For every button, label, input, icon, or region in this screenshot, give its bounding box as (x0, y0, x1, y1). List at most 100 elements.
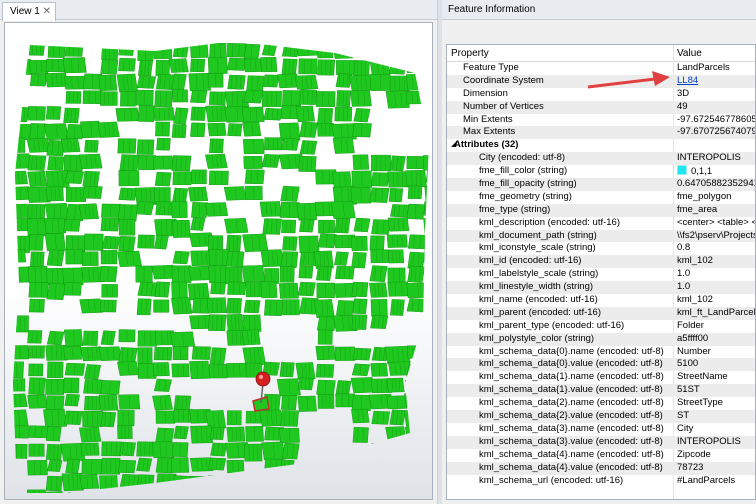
land-parcel[interactable] (171, 265, 192, 283)
land-parcel[interactable] (424, 410, 433, 426)
property-row[interactable]: kml_schema_data{4}.value (encoded: utf-8… (447, 461, 755, 475)
property-row[interactable]: kml_schema_data{2}.value (encoded: utf-8… (447, 410, 755, 423)
land-parcel[interactable] (260, 56, 278, 73)
land-parcel[interactable] (352, 427, 369, 443)
property-row[interactable]: Min Extents -97.672546778605090 (447, 114, 755, 127)
land-parcel[interactable] (425, 474, 433, 489)
land-parcel[interactable] (27, 489, 47, 500)
property-row[interactable]: kml_schema_data{2}.name (encoded: utf-8)… (447, 397, 755, 410)
property-column-header[interactable]: Property (447, 45, 489, 62)
land-parcel[interactable] (425, 169, 433, 184)
land-parcel[interactable] (406, 363, 426, 378)
land-parcel[interactable] (205, 202, 229, 217)
tab-view-1[interactable]: View 1 ✕ (2, 2, 56, 21)
land-parcel[interactable] (227, 281, 246, 295)
land-parcel[interactable] (369, 187, 390, 203)
land-parcel[interactable] (115, 107, 140, 122)
land-parcel[interactable] (209, 42, 227, 60)
property-row[interactable]: kml_iconstyle_scale (string) 0.8 (447, 242, 755, 255)
land-parcel[interactable] (118, 41, 135, 56)
property-row[interactable]: fme_fill_color (string) 0,1,1 (447, 165, 755, 178)
property-row[interactable]: kml_schema_url (encoded: utf-16) #LandPar… (447, 475, 755, 488)
land-parcel[interactable] (156, 473, 177, 487)
land-parcel[interactable] (350, 90, 372, 107)
land-parcel[interactable] (172, 89, 188, 103)
land-parcel[interactable] (27, 171, 48, 187)
land-parcel[interactable] (280, 185, 300, 202)
land-parcel[interactable] (425, 427, 433, 442)
land-parcel[interactable] (117, 138, 137, 154)
land-parcel[interactable] (46, 249, 65, 267)
land-parcel[interactable] (28, 298, 45, 313)
property-row[interactable]: kml_description (encoded: utf-16) <center… (447, 217, 755, 230)
location-marker-icon[interactable] (255, 371, 271, 387)
land-parcel[interactable] (425, 282, 433, 296)
land-parcel[interactable] (387, 267, 406, 284)
property-row[interactable]: Dimension 3D (447, 88, 755, 101)
land-parcel[interactable] (84, 364, 102, 380)
land-parcel[interactable] (27, 330, 43, 344)
property-row[interactable]: kml_polystyle_color (string) a5ffff00 (447, 332, 755, 346)
land-parcel[interactable] (11, 137, 25, 153)
land-parcel[interactable] (29, 59, 49, 75)
land-parcel[interactable] (28, 425, 49, 439)
land-parcel[interactable] (281, 138, 300, 151)
land-parcel[interactable] (207, 475, 223, 489)
land-parcel[interactable] (118, 58, 136, 72)
land-parcel[interactable] (8, 393, 28, 408)
land-parcel[interactable] (172, 171, 192, 186)
land-parcel[interactable] (385, 489, 409, 500)
land-parcel[interactable] (371, 219, 391, 235)
land-parcel[interactable] (28, 282, 49, 298)
land-parcel[interactable] (369, 459, 392, 478)
land-parcel[interactable] (353, 458, 369, 475)
land-parcel[interactable] (245, 491, 261, 500)
land-parcel[interactable] (351, 281, 369, 298)
land-parcel[interactable] (295, 105, 316, 123)
land-parcel[interactable] (315, 345, 336, 361)
property-row[interactable]: kml_schema_data{0}.name (encoded: utf-8)… (447, 346, 755, 359)
land-parcel[interactable] (242, 314, 262, 332)
land-parcel[interactable] (424, 297, 433, 312)
land-parcel[interactable] (65, 235, 86, 252)
land-parcel[interactable] (243, 58, 263, 73)
land-parcel[interactable] (423, 249, 433, 264)
land-parcel[interactable] (9, 248, 27, 263)
land-parcel[interactable] (154, 90, 173, 108)
land-parcel[interactable] (425, 314, 433, 329)
land-parcel[interactable] (404, 425, 429, 444)
land-parcel[interactable] (28, 443, 45, 457)
land-parcel[interactable] (332, 41, 354, 59)
land-parcel[interactable] (423, 58, 433, 75)
property-grid[interactable]: Property Value Feature Type LandParcels Co… (446, 44, 756, 500)
land-parcel[interactable] (65, 492, 84, 500)
land-parcel[interactable] (152, 394, 173, 411)
land-parcel[interactable] (209, 491, 230, 500)
property-row[interactable]: kml_labelstyle_scale (string) 1.0 (447, 268, 755, 281)
land-parcel[interactable] (136, 139, 155, 155)
land-parcel[interactable] (405, 90, 424, 105)
land-parcel[interactable] (406, 298, 426, 313)
land-parcel[interactable] (27, 460, 48, 476)
land-parcel[interactable] (424, 75, 433, 92)
land-parcel[interactable] (424, 235, 433, 253)
land-parcel[interactable] (226, 410, 242, 426)
land-parcel[interactable] (82, 330, 99, 346)
property-row[interactable]: kml_schema_data{0}.value (encoded: utf-8… (447, 358, 755, 372)
land-parcel[interactable] (424, 361, 433, 376)
land-parcel[interactable] (47, 459, 63, 472)
land-parcel[interactable] (117, 204, 139, 222)
land-parcel[interactable] (28, 363, 44, 377)
land-parcel[interactable] (424, 268, 433, 283)
property-row[interactable]: Max Extents -97.670725674079700 (447, 126, 755, 140)
land-parcel[interactable] (117, 489, 140, 500)
value-column-header[interactable]: Value (673, 45, 702, 62)
land-parcel[interactable] (188, 489, 212, 500)
land-parcel[interactable] (264, 299, 283, 316)
land-parcel[interactable] (46, 267, 64, 286)
land-parcel[interactable] (28, 42, 46, 56)
land-parcel[interactable] (189, 360, 211, 380)
land-parcel[interactable] (424, 185, 433, 202)
land-parcel[interactable] (242, 233, 269, 253)
land-parcel[interactable] (228, 490, 245, 500)
